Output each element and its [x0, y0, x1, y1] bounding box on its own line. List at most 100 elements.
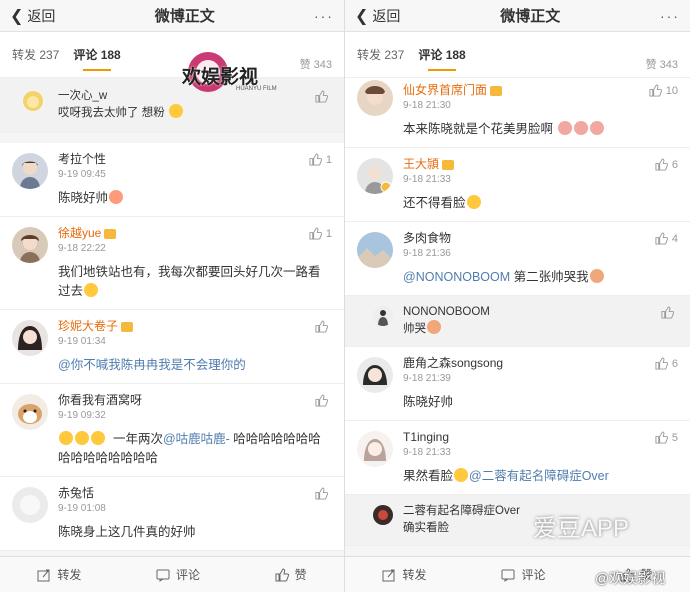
- like-button[interactable]: [315, 320, 332, 333]
- avatar: [357, 80, 393, 116]
- like-button[interactable]: 4: [655, 232, 678, 245]
- tab-repost[interactable]: 转发 237: [357, 32, 404, 77]
- comment-item[interactable]: 赤兔恬 9-19 01:08 陈晓身上这几件真的好帅: [0, 477, 344, 551]
- back-button[interactable]: ❮ 返回: [355, 6, 400, 26]
- avatar: [12, 320, 48, 356]
- comment-author[interactable]: 仙女界首席门面: [403, 82, 678, 99]
- comment-text: 陈晓好帅: [403, 395, 454, 409]
- mention-link[interactable]: @你不喊我陈冉冉我是不会理你的: [58, 358, 246, 372]
- tab-comments[interactable]: 评论 188: [418, 32, 466, 77]
- repost-button[interactable]: 转发: [37, 566, 81, 583]
- comment-item[interactable]: 仙女界首席门面 9-18 21:30 本来陈晓就是个花美男脸啊 10: [345, 78, 690, 148]
- like-button[interactable]: 6: [655, 158, 678, 171]
- like-button[interactable]: [315, 487, 332, 500]
- more-icon[interactable]: ···: [314, 8, 334, 24]
- like-count: 6: [671, 357, 678, 370]
- comment-text: 陈晓身上这几件真的好帅: [58, 525, 196, 539]
- comment-time: 9-19 09:32: [58, 410, 106, 421]
- thumbs-up-icon: [661, 306, 674, 319]
- laugh-emoji-icon: [168, 104, 183, 118]
- reply-item[interactable]: NONONOBOOM 帅哭: [345, 296, 690, 347]
- comment-item[interactable]: 徐越yue 9-18 22:22 我们地铁站也有，我每次都要回头好几次一路看过去…: [0, 217, 344, 310]
- tab-comments[interactable]: 评论 188: [73, 32, 121, 77]
- like-button[interactable]: 1: [309, 227, 332, 240]
- comment-text: 陈晓好帅: [58, 189, 332, 208]
- comment-text: 本来陈晓就是个花美男脸啊: [403, 120, 678, 139]
- comment-item[interactable]: 你看我有酒窝呀 9-19 09:32 一年两次@咕鹿咕鹿- 哈哈哈哈哈哈哈哈哈哈…: [0, 384, 344, 477]
- comment-text: @你不喊我陈冉冉我是不会理你的: [58, 356, 332, 375]
- comment-list: 仙女界首席门面 9-18 21:30 本来陈晓就是个花美男脸啊 10 王大頴 9…: [345, 78, 690, 546]
- right-phone-screen: ❮ 返回 微博正文 ··· 转发 237 评论 188 赞 343 仙女界首席门…: [345, 0, 690, 592]
- nav-bar: ❮ 返回 微博正文 ···: [345, 0, 690, 32]
- vip-badge-icon: [490, 85, 503, 96]
- user-avatar-icon: [373, 306, 393, 326]
- thumbs-up-icon: [275, 567, 289, 581]
- comment-icon: [156, 569, 170, 582]
- comment-author[interactable]: T1inging: [403, 429, 678, 446]
- reply-text: 帅哭: [403, 320, 678, 338]
- comment-item[interactable]: 王大頴 9-18 21:33 还不得看脸 6: [345, 148, 690, 222]
- back-label: 返回: [27, 7, 56, 24]
- comment-time: 9-18 21:36: [403, 248, 451, 259]
- left-phone-screen: ❮ 返回 微博正文 ··· 转发 237 评论 188 赞 343 一次心_w …: [0, 0, 345, 592]
- comment-item[interactable]: 珍妮大卷子 9-19 01:34 @你不喊我陈冉冉我是不会理你的: [0, 310, 344, 384]
- crying-emoji-icon: [427, 320, 441, 334]
- comment-label: 评论: [521, 568, 546, 582]
- thumbs-up-icon: [315, 487, 328, 500]
- comment-author[interactable]: 你看我有酒窝呀: [58, 392, 332, 409]
- comment-time: 9-18 21:39: [403, 373, 451, 384]
- repost-icon: [37, 569, 50, 581]
- avatar: [373, 505, 393, 525]
- comment-label: 评论: [175, 568, 200, 582]
- comment-author[interactable]: 考拉个性: [58, 151, 332, 168]
- like-count: 10: [665, 84, 678, 97]
- like-button[interactable]: 10: [649, 84, 678, 97]
- vip-badge-icon: [104, 228, 117, 239]
- comment-button[interactable]: 评论: [156, 566, 200, 583]
- comment-text: 果然看脸 @二蓉有起名障碍症Over: [403, 468, 609, 483]
- mention-link[interactable]: @二蓉有起名障碍症Over: [469, 469, 609, 483]
- chevron-left-icon: ❮: [10, 7, 24, 25]
- comment-item[interactable]: 考拉个性 9-19 09:45 陈晓好帅 1: [0, 143, 344, 217]
- avatar: [12, 487, 48, 523]
- comment-button[interactable]: 评论: [501, 566, 546, 583]
- divider: [0, 133, 344, 143]
- weibo-handle-watermark: @欢娱影视: [595, 570, 666, 586]
- comment-author[interactable]: 王大頴: [403, 156, 678, 173]
- reply-item[interactable]: 一次心_w 哎呀我去太帅了 想粉: [0, 78, 344, 133]
- back-label: 返回: [372, 7, 401, 24]
- comment-time: 9-18 22:22: [58, 243, 106, 254]
- like-button[interactable]: [315, 394, 332, 407]
- vip-badge-icon: [442, 159, 455, 170]
- comment-author[interactable]: 多肉食物: [403, 230, 678, 247]
- comment-author[interactable]: 赤兔恬: [58, 485, 332, 502]
- avatar: [357, 158, 393, 194]
- repost-button[interactable]: 转发: [382, 566, 427, 583]
- comment-time: 9-19 09:45: [58, 169, 106, 180]
- like-button[interactable]: [315, 90, 332, 103]
- comment-item[interactable]: 多肉食物 9-18 21:36 @NONONOBOOM 第二张帅哭我 4: [345, 222, 690, 296]
- comment-author[interactable]: 徐越yue: [58, 225, 332, 242]
- comment-item[interactable]: 鹿角之森songsong 9-18 21:39 陈晓好帅 6: [345, 347, 690, 421]
- comment-text: 我们地铁站也有，我每次都要回头好几次一路看过去: [58, 265, 321, 298]
- back-button[interactable]: ❮ 返回: [10, 6, 55, 26]
- like-button[interactable]: 6: [655, 357, 678, 370]
- comment-item[interactable]: T1inging 9-18 21:33 果然看脸 @二蓉有起名障碍症Over 5: [345, 421, 690, 495]
- thumbs-up-icon: [315, 320, 328, 333]
- like-action-button[interactable]: 赞: [275, 566, 307, 583]
- reply-item[interactable]: 二蓉有起名障碍症Over 确实看脸: [345, 495, 690, 546]
- mention-link[interactable]: @咕鹿咕鹿-: [163, 432, 230, 446]
- like-button[interactable]: 5: [655, 431, 678, 444]
- comment-author[interactable]: 鹿角之森songsong: [403, 355, 678, 372]
- like-button[interactable]: 1: [309, 153, 332, 166]
- wink-emoji-icon: [466, 195, 481, 209]
- comment-author[interactable]: 珍妮大卷子: [58, 318, 332, 335]
- like-button[interactable]: [661, 306, 678, 319]
- reply-author[interactable]: NONONOBOOM: [403, 304, 678, 320]
- mention-link[interactable]: @NONONOBOOM: [403, 270, 510, 284]
- user-avatar-icon: [12, 320, 48, 356]
- like-count: 5: [671, 431, 678, 444]
- more-icon[interactable]: ···: [660, 8, 680, 24]
- aidou-app-watermark: 爱豆APP: [533, 515, 630, 542]
- tab-repost[interactable]: 转发 237: [12, 32, 59, 77]
